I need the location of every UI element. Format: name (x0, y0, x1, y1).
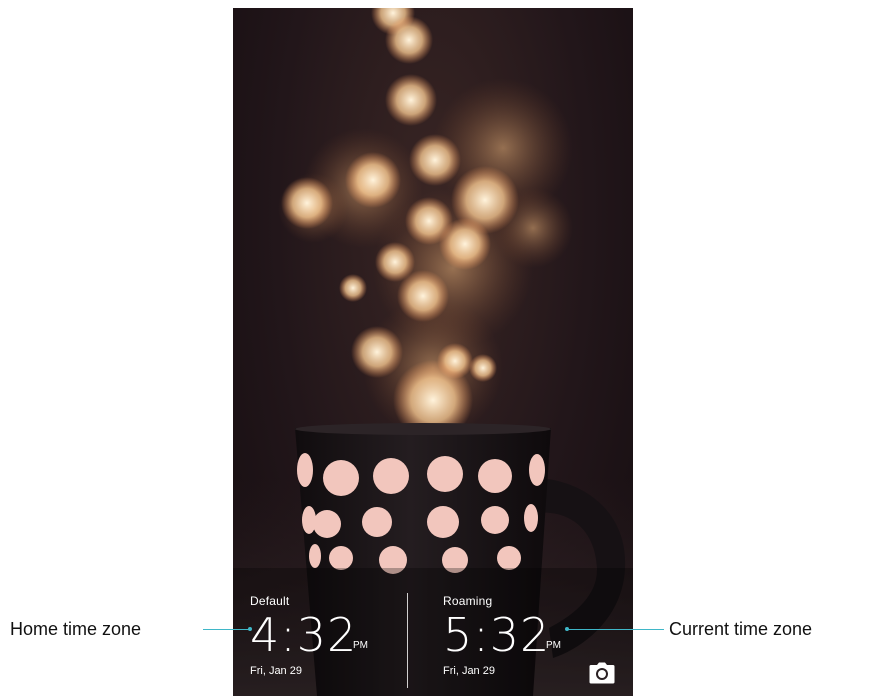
home-zone-time: 4:32 (250, 608, 358, 662)
current-callout-line (567, 629, 664, 630)
current-zone-ampm: PM (546, 640, 561, 651)
home-zone-date: Fri, Jan 29 (250, 665, 302, 677)
camera-button[interactable] (589, 662, 615, 684)
current-zone-label: Roaming (443, 594, 493, 608)
current-time-zone-callout: Current time zone (669, 619, 813, 639)
clock-divider (407, 593, 408, 688)
camera-icon (589, 662, 615, 684)
current-zone-time: 5:32 (443, 608, 551, 662)
home-callout-dot (248, 627, 252, 631)
home-time-zone-callout: Home time zone (10, 619, 142, 639)
current-zone-date: Fri, Jan 29 (443, 665, 495, 677)
clock-overlay: Default 4:32 PM Fri, Jan 29 Roaming 5:32… (233, 8, 633, 696)
home-zone-label: Default (250, 594, 290, 608)
home-callout-line (203, 629, 250, 630)
lock-screen: Default 4:32 PM Fri, Jan 29 Roaming 5:32… (233, 8, 633, 696)
home-zone-ampm: PM (353, 640, 368, 651)
